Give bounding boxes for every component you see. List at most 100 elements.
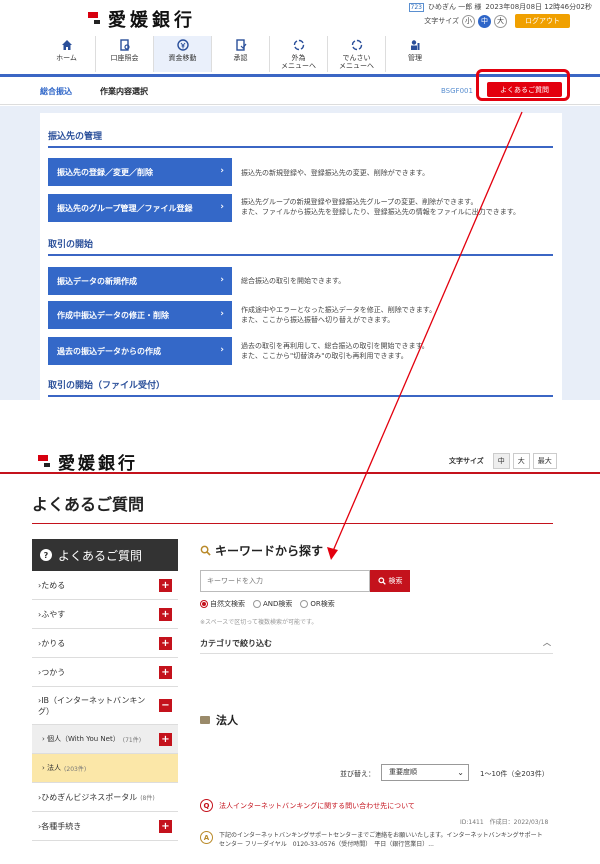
chevron-down-icon: ⌄ (457, 768, 464, 777)
menu-description: 振込先グループの新規登録や登録振込先グループの変更、削除ができます。 また、ファ… (241, 198, 521, 216)
font-size-medium[interactable]: 中 (492, 453, 510, 469)
login-datetime: 2023年08月08日 12時46分02秒 (485, 3, 592, 11)
category-filter-toggle[interactable]: カテゴリで絞り込む ︿ (200, 632, 553, 654)
expand-icon[interactable]: + (159, 820, 172, 833)
faq-answer: A 下記のインターネットバンキングサポートセンターまでご連絡をお願いいたします。… (200, 831, 545, 849)
sidebar-item-procedures[interactable]: ›各種手続き + (32, 812, 178, 841)
menu-label: 過去の振込データからの作成 (57, 346, 161, 356)
sidebar-item-corporate[interactable]: › 法人 (203件) (32, 754, 178, 783)
expand-icon[interactable]: + (159, 637, 172, 650)
search-mode-or[interactable]: OR検索 (300, 599, 335, 609)
densai-icon (351, 39, 362, 51)
admin-icon (411, 40, 420, 50)
menu-button[interactable]: 振込先のグループ管理／ファイル登録 › (48, 194, 232, 222)
sort-value: 重要度順 (389, 768, 417, 776)
global-nav: ホーム 口座照会 資金移動 承認 外為 メニューへ でんさい メニューへ 管理 (38, 36, 444, 72)
sort-label: 並び替え： (340, 770, 375, 778)
sidebar-item-tameru[interactable]: ›ためる + (32, 571, 178, 600)
bottom-logo[interactable]: 愛媛銀行 (38, 449, 138, 474)
question-icon: ? (40, 549, 52, 561)
search-icon (377, 577, 386, 585)
item-count: (8件) (140, 794, 155, 802)
radio-label: 自然文検索 (210, 600, 245, 608)
category-heading-text: 法人 (216, 714, 238, 727)
sidebar-item-label: ›かりる (38, 638, 66, 648)
bottom-screenshot: 愛媛銀行 文字サイズ 中 大 最大 よくあるご質問 ? よくあるご質問 ›ためる… (0, 439, 600, 864)
sidebar-item-label: ›各種手続き (38, 821, 82, 831)
radio[interactable] (253, 600, 261, 608)
menu-button[interactable]: 振込データの新規作成 › (48, 267, 232, 295)
font-size-label: 文字サイズ (424, 17, 459, 25)
search-button[interactable]: 検索 (370, 570, 410, 592)
sidebar-item-personal[interactable]: › 個人（With You Net） (71件) + (32, 725, 178, 754)
font-size-medium[interactable]: 中 (478, 14, 491, 28)
bank-logo-icon (88, 12, 102, 26)
answer-a-icon: A (200, 831, 213, 844)
expand-icon[interactable]: + (159, 733, 172, 746)
chevron-up-icon[interactable]: ︿ (543, 637, 551, 648)
menu-button[interactable]: 過去の振込データからの作成 › (48, 337, 232, 365)
menu-label: 作成中振込データの修正・削除 (57, 310, 169, 320)
expand-icon[interactable]: + (159, 579, 172, 592)
approval-icon (235, 39, 246, 51)
section-title: キーワードから探す (215, 544, 324, 558)
fund-transfer-icon (176, 39, 189, 51)
question-q-icon: Q (200, 799, 213, 812)
sidebar-item-label: ›つかう (38, 667, 66, 677)
search-mode-group: 自然文検索 AND検索 OR検索 (200, 599, 335, 609)
item-count: (203件) (64, 765, 87, 773)
font-size-large[interactable]: 大 (494, 14, 507, 28)
sidebar-item-fuyasu[interactable]: ›ふやす + (32, 600, 178, 629)
collapse-icon[interactable]: − (159, 699, 172, 712)
expand-icon[interactable]: + (159, 608, 172, 621)
faq-meta: ID:1411 作成日：2022/03/18 (460, 819, 549, 826)
nav-account-inquiry[interactable]: 口座照会 (96, 36, 154, 72)
menu-button[interactable]: 作成中振込データの修正・削除 › (48, 301, 232, 329)
faq-sidebar: ? よくあるご質問 ›ためる + ›ふやす + ›かりる + ›つかう + ›IB（イン… (32, 539, 178, 841)
user-tag: 723 (408, 2, 424, 12)
nav-approval[interactable]: 承認 (212, 36, 270, 72)
sidebar-item-kariru[interactable]: ›かりる + (32, 629, 178, 658)
top-logo[interactable]: 愛媛銀行 (88, 6, 196, 32)
sidebar-item-label: ›IB（インターネットバンキング） (38, 695, 146, 716)
header-divider (0, 472, 600, 474)
sidebar-item-tsukau[interactable]: ›つかう + (32, 658, 178, 687)
question-text[interactable]: 法人インターネットバンキングに関する問い合わせ先について (219, 801, 415, 811)
menu-label: 振込データの新規作成 (57, 276, 137, 286)
item-count: (71件) (122, 736, 142, 744)
font-size-max[interactable]: 最大 (532, 453, 557, 469)
user-info: 723 ひめぎん 一郎 様 2023年08月08日 12時46分02秒 (408, 2, 592, 12)
chevron-right-icon: › (220, 275, 224, 285)
search-mode-natural[interactable]: 自然文検索 (200, 599, 245, 609)
nav-label: ホーム (56, 54, 77, 62)
nav-home[interactable]: ホーム (38, 36, 96, 72)
section-title: 振込先の管理 (48, 129, 553, 148)
font-size-small[interactable]: 小 (462, 14, 475, 28)
sidebar-item-business-portal[interactable]: ›ひめぎんビジネスポータル (8件) (32, 783, 178, 812)
chevron-right-icon: › (220, 345, 224, 355)
faq-question[interactable]: Q 法人インターネットバンキングに関する問い合わせ先について (200, 799, 415, 812)
faq-button[interactable]: よくあるご質問 (487, 82, 562, 97)
title-divider (32, 523, 553, 524)
search-input[interactable] (200, 570, 370, 592)
nav-admin[interactable]: 管理 (386, 36, 444, 72)
nav-forex[interactable]: 外為 メニューへ (270, 36, 328, 72)
expand-icon[interactable]: + (159, 666, 172, 679)
nav-densai[interactable]: でんさい メニューへ (328, 36, 386, 72)
sort-select[interactable]: 重要度順 ⌄ (381, 764, 469, 781)
nav-fund-transfer[interactable]: 資金移動 (154, 36, 212, 72)
menu-description: 振込先の新規登録や、登録振込先の変更、削除ができます。 (241, 169, 430, 177)
menu-button[interactable]: 振込先の登録／変更／削除 › (48, 158, 232, 186)
radio-selected[interactable] (200, 600, 208, 608)
nav-label: 資金移動 (168, 54, 197, 62)
logout-button[interactable]: ログアウト (515, 14, 570, 28)
sidebar-item-label: › 法人 (42, 764, 62, 772)
search-mode-and[interactable]: AND検索 (253, 599, 292, 609)
sidebar-header: ? よくあるご質問 (32, 539, 178, 571)
sidebar-item-ib[interactable]: ›IB（インターネットバンキング） − (32, 687, 178, 725)
top-header: 愛媛銀行 723 ひめぎん 一郎 様 2023年08月08日 12時46分02秒… (0, 0, 600, 34)
font-size-large[interactable]: 大 (512, 453, 530, 469)
bank-logo-icon (38, 454, 52, 469)
radio[interactable] (300, 600, 309, 608)
radio-label: AND検索 (263, 600, 293, 608)
